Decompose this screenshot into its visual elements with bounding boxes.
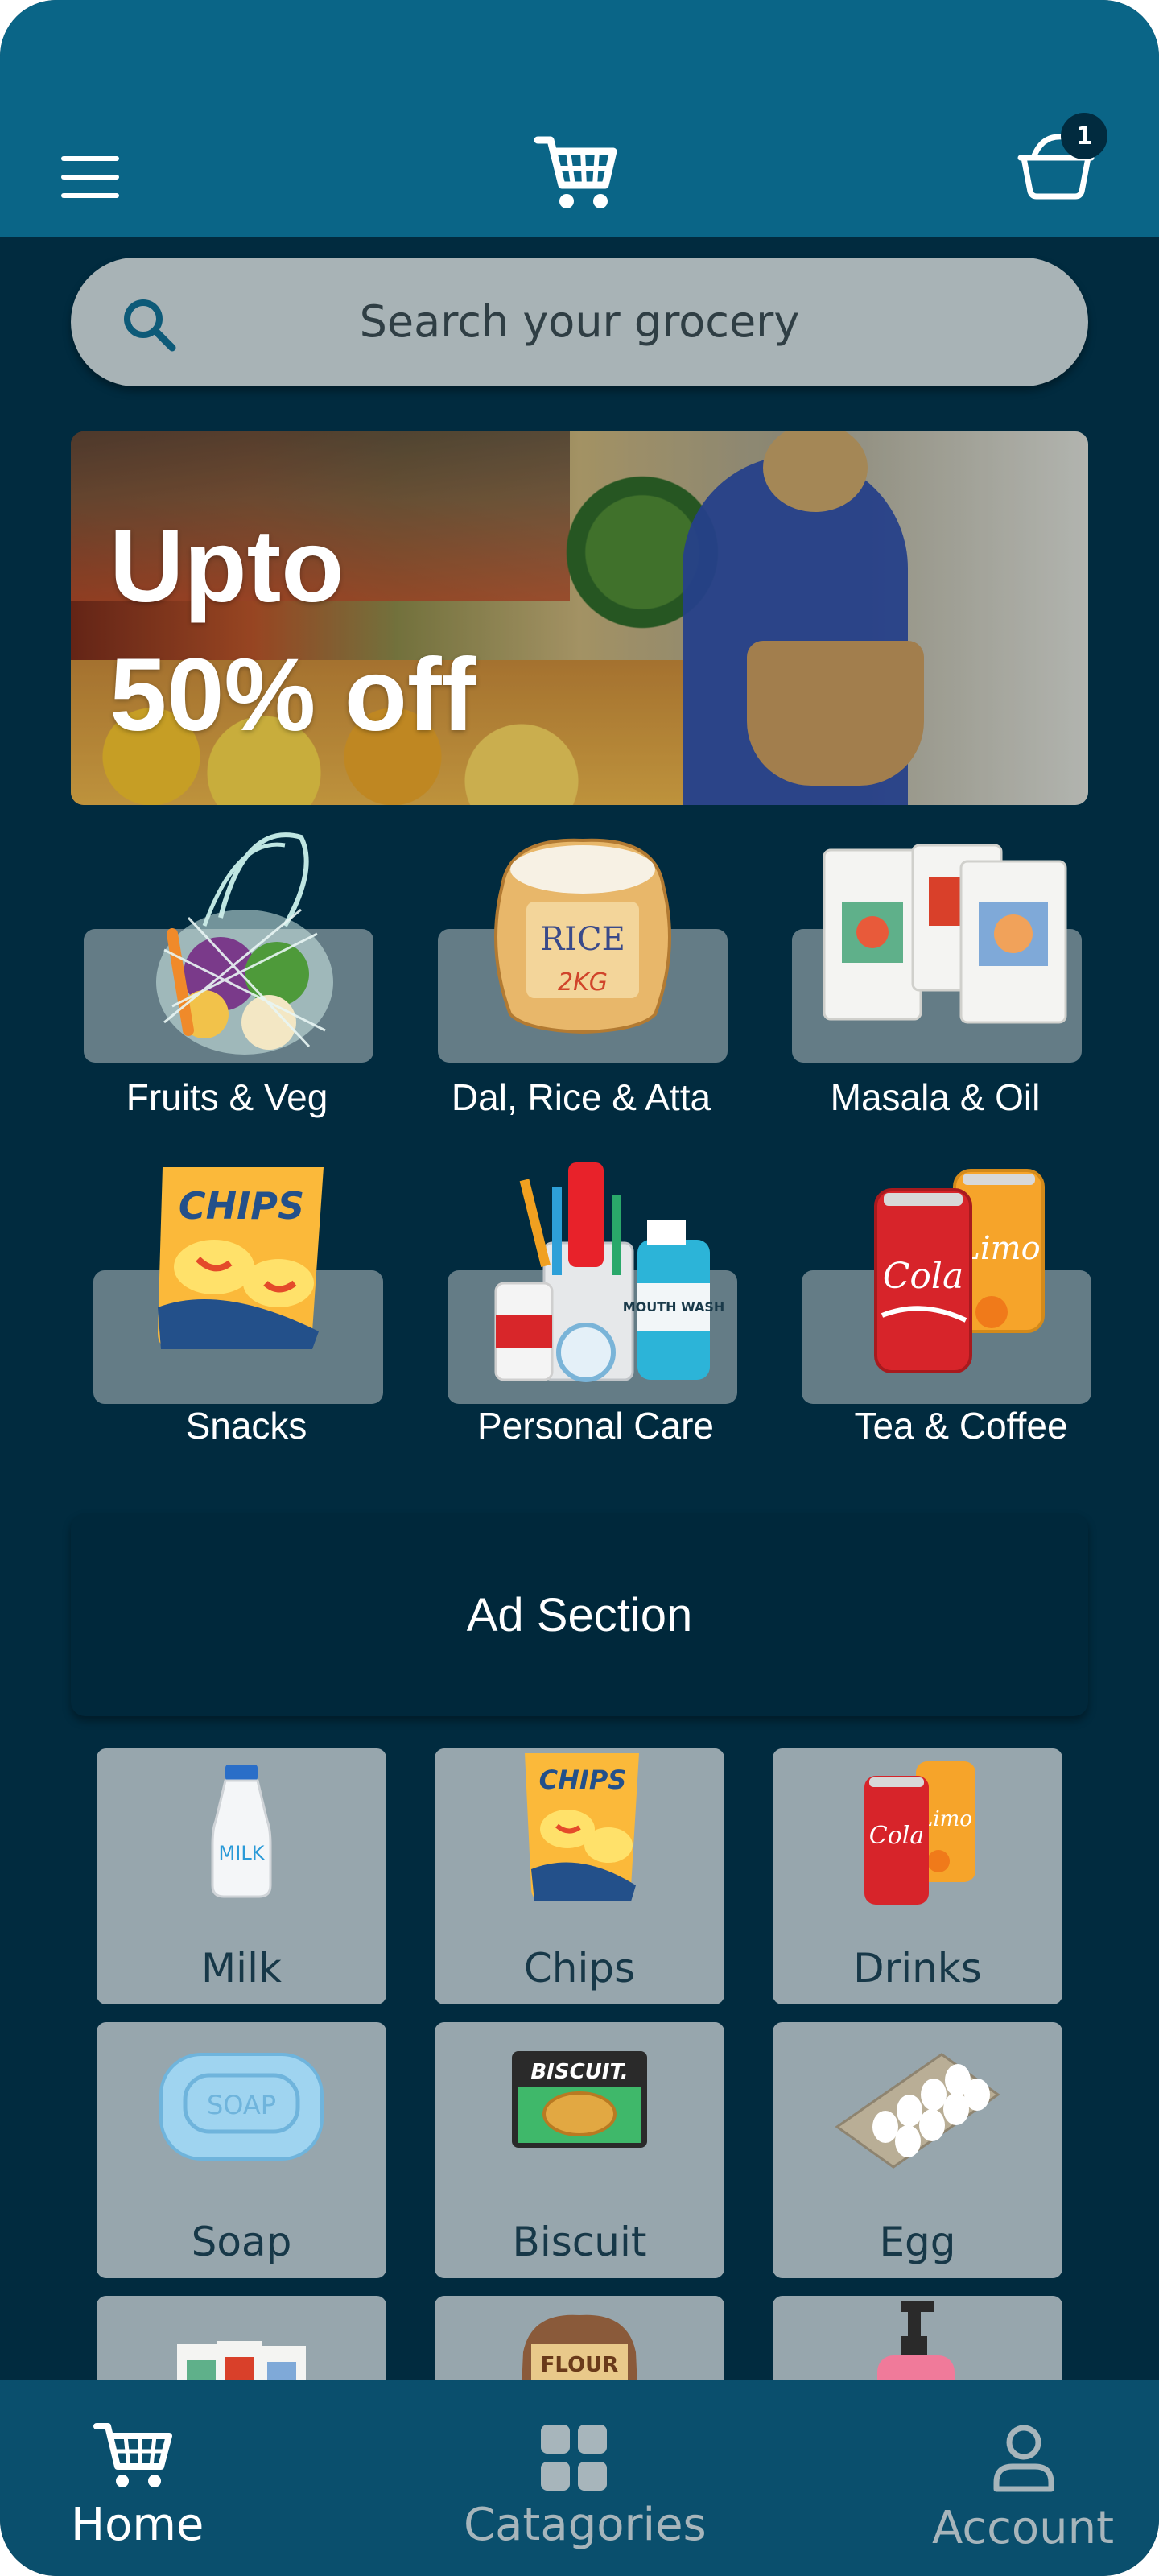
category-fruits-veg[interactable]: [84, 821, 373, 1063]
soap-label: SOAP: [207, 2090, 276, 2120]
product-tile-egg[interactable]: Egg: [773, 2022, 1062, 2278]
product-tile-drinks[interactable]: Limo Cola Drinks: [773, 1748, 1062, 2004]
grid-icon: [541, 2425, 607, 2491]
promo-line-2: 50% off: [109, 638, 476, 753]
app-screen: 1 Search your grocery Upto 50% off Fruit…: [0, 0, 1159, 2576]
biscuit-pack-icon: BISCUIT.: [512, 2051, 647, 2148]
cart-logo-icon: [534, 136, 617, 208]
promo-line-1: Upto: [109, 509, 344, 624]
nav-categories[interactable]: Catagories: [451, 2380, 708, 2576]
spice-packets-icon: [823, 844, 1067, 1024]
soda-cans-icon: Limo Cola: [874, 1169, 1045, 1373]
flour-label: FLOUR: [541, 2353, 619, 2377]
ad-section[interactable]: Ad Section: [71, 1513, 1088, 1716]
ad-section-label: Ad Section: [466, 1588, 693, 1641]
chips-bag-icon: CHIPS: [158, 1167, 324, 1349]
product-label-chips: Chips: [523, 1945, 636, 1992]
milk-bottle-icon: MILK: [211, 1765, 272, 1898]
egg-tray-icon: [835, 2053, 1000, 2169]
category-snacks[interactable]: CHIPS: [93, 1162, 383, 1404]
person-icon: [993, 2425, 1054, 2492]
cart-icon: [93, 2423, 172, 2487]
cola-label: Cola: [869, 1822, 925, 1850]
soap-bar-icon: SOAP: [159, 2053, 324, 2161]
cart-count-badge: 1: [1061, 113, 1107, 159]
search-bar[interactable]: Search your grocery: [71, 258, 1088, 386]
product-tile-milk[interactable]: MILK Milk: [97, 1748, 386, 2004]
nav-home[interactable]: Home: [48, 2380, 225, 2576]
rice-weight-label: 2KG: [558, 968, 608, 997]
product-label-milk: Milk: [201, 1945, 282, 1992]
rice-sack-icon: RICE 2KG: [494, 838, 671, 1034]
cola-label: Cola: [883, 1256, 963, 1297]
chips-label: CHIPS: [179, 1184, 304, 1228]
biscuit-label: BISCUIT.: [530, 2060, 628, 2084]
nav-home-label: Home: [71, 2499, 204, 2551]
search-input[interactable]: Search your grocery: [71, 296, 1088, 347]
category-label-masala-oil: Masala & Oil: [830, 1076, 1041, 1118]
category-personal-care[interactable]: MOUTH WASH: [448, 1162, 737, 1404]
category-label-snacks: Snacks: [185, 1405, 307, 1447]
menu-icon[interactable]: [61, 156, 119, 198]
promo-text: Upto 50% off: [109, 502, 476, 760]
product-label-egg: Egg: [879, 2219, 956, 2265]
nav-account-label: Account: [932, 2502, 1115, 2554]
vegetable-bag-icon: [156, 832, 333, 1055]
nav-account[interactable]: Account: [918, 2380, 1143, 2576]
promo-banner[interactable]: Upto 50% off: [71, 431, 1088, 805]
rice-label: RICE: [540, 921, 625, 958]
nav-categories-label: Catagories: [464, 2499, 707, 2551]
product-tile-soap[interactable]: SOAP Soap: [97, 2022, 386, 2278]
product-label-drinks: Drinks: [853, 1945, 982, 1992]
category-dal-rice-atta[interactable]: RICE 2KG: [438, 821, 728, 1063]
top-app-bar: 1: [0, 0, 1159, 237]
milk-label: MILK: [219, 1842, 266, 1864]
mouthwash-label: MOUTH WASH: [623, 1299, 725, 1315]
category-label-personal-care: Personal Care: [476, 1405, 715, 1447]
category-label-fruits-veg: Fruits & Veg: [126, 1076, 328, 1118]
category-label-dal-rice-atta: Dal, Rice & Atta: [451, 1076, 711, 1118]
product-label-soap: Soap: [191, 2219, 292, 2265]
category-masala-oil[interactable]: [792, 821, 1082, 1063]
chips-label: CHIPS: [539, 1765, 627, 1795]
product-label-biscuit: Biscuit: [512, 2219, 647, 2265]
toiletries-icon: MOUTH WASH: [494, 1162, 725, 1382]
category-tea-coffee[interactable]: Limo Cola: [802, 1162, 1091, 1404]
bottom-navigation: Home Catagories Account: [0, 2380, 1159, 2576]
category-label-tea-coffee: Tea & Coffee: [854, 1405, 1068, 1447]
chips-bag-icon: CHIPS: [525, 1753, 639, 1901]
product-tile-biscuit[interactable]: BISCUIT. Biscuit: [435, 2022, 724, 2278]
soda-cans-icon: Limo Cola: [864, 1761, 975, 1905]
product-tile-chips[interactable]: CHIPS Chips: [435, 1748, 724, 2004]
